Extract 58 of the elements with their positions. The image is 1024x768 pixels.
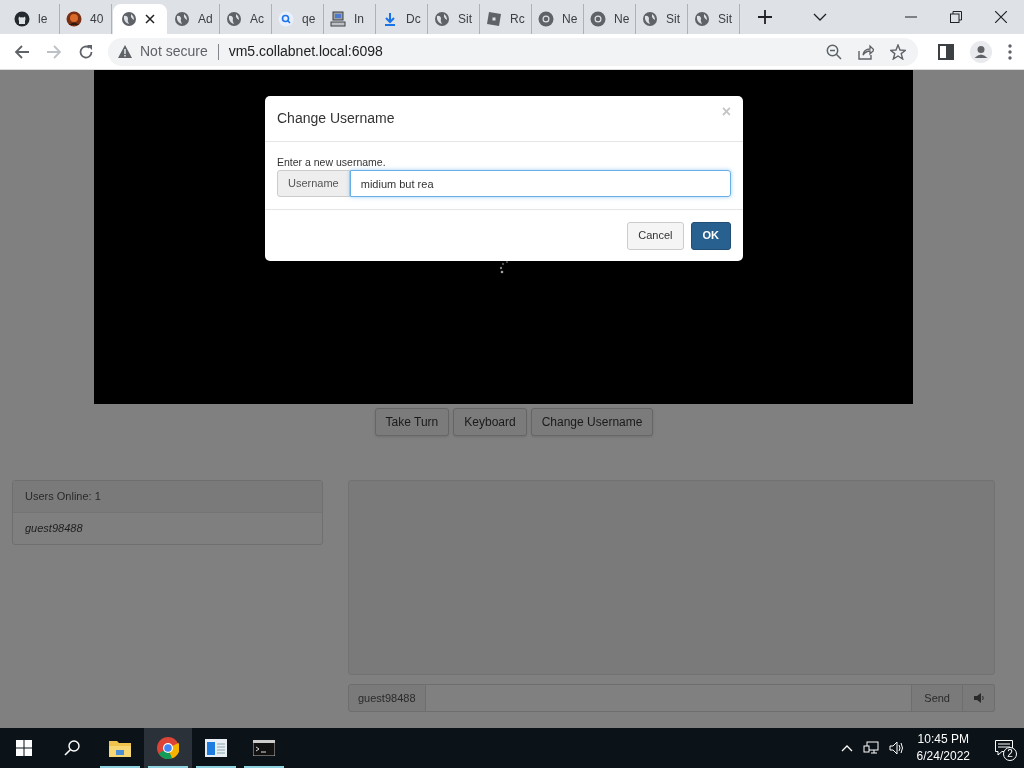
chevron-down-icon[interactable] — [813, 13, 827, 21]
action-button[interactable]: Take Turn — [374, 408, 450, 436]
zoom-out-icon[interactable] — [826, 43, 842, 60]
side-panel-icon[interactable] — [938, 43, 954, 60]
windows-start-icon[interactable] — [16, 740, 32, 756]
globe-icon — [174, 11, 190, 27]
speaker-icon — [973, 693, 984, 703]
window-app-icon — [205, 739, 227, 757]
menu-icon[interactable] — [1008, 43, 1012, 60]
notifications-button[interactable]: 2 — [984, 728, 1024, 768]
globe-icon — [642, 11, 658, 27]
action-button[interactable]: Keyboard — [453, 408, 527, 436]
restore-icon[interactable] — [950, 11, 962, 23]
chevron-up-icon[interactable] — [840, 744, 853, 752]
cancel-button[interactable]: Cancel — [627, 221, 684, 250]
network-icon[interactable] — [862, 741, 879, 755]
search-icon — [278, 11, 294, 27]
volume-icon[interactable] — [888, 741, 905, 755]
notification-count: 2 — [1003, 747, 1017, 761]
prompt-text: Enter a new username. — [277, 156, 386, 169]
action-button[interactable]: Change Username — [530, 408, 654, 436]
time-text: 10:45 PM — [917, 731, 969, 748]
date-text: 6/24/2022 — [916, 748, 970, 765]
computer-icon — [330, 11, 346, 27]
folder-icon — [109, 739, 131, 757]
taskbar-app[interactable] — [144, 728, 192, 768]
star-icon[interactable] — [890, 43, 906, 60]
close-icon[interactable] — [145, 14, 155, 24]
dialog-title: Change Username — [277, 109, 395, 128]
close-icon[interactable] — [995, 11, 1007, 23]
ok-button[interactable]: OK — [690, 221, 731, 250]
username-input[interactable]: midium but rea — [349, 170, 731, 197]
users-heading: Users Online: 1 — [13, 481, 322, 513]
profile-icon[interactable] — [970, 40, 992, 63]
terminal-icon — [253, 740, 275, 756]
back-icon[interactable] — [14, 43, 30, 60]
message-icon — [995, 740, 1013, 756]
clock[interactable]: 10:45 PM 6/24/2022 — [908, 731, 978, 765]
browser-tab[interactable] — [113, 4, 167, 34]
warning-icon — [118, 45, 132, 58]
loading-spinner-icon — [498, 260, 511, 274]
globe-icon — [121, 11, 137, 27]
url-text: vm5.collabnet.local:6098 — [228, 42, 383, 61]
reload-icon[interactable] — [78, 43, 94, 60]
globe-icon — [226, 11, 242, 27]
search-icon[interactable] — [64, 740, 80, 756]
security-label: Not secure — [140, 42, 208, 61]
user-name: guest98488 — [24, 521, 84, 536]
globe-icon — [694, 11, 710, 27]
share-icon[interactable] — [858, 43, 874, 60]
avatar-icon — [66, 11, 82, 27]
globe-icon — [434, 11, 450, 27]
username-label: Username — [277, 170, 350, 197]
download-icon — [382, 11, 398, 27]
address-bar[interactable]: Not secure vm5.collabnet.local:6098 — [108, 37, 918, 66]
sound-button[interactable] — [963, 684, 995, 712]
chat-username-label: guest98488 — [348, 684, 426, 712]
new-tab-icon[interactable] — [758, 10, 772, 24]
